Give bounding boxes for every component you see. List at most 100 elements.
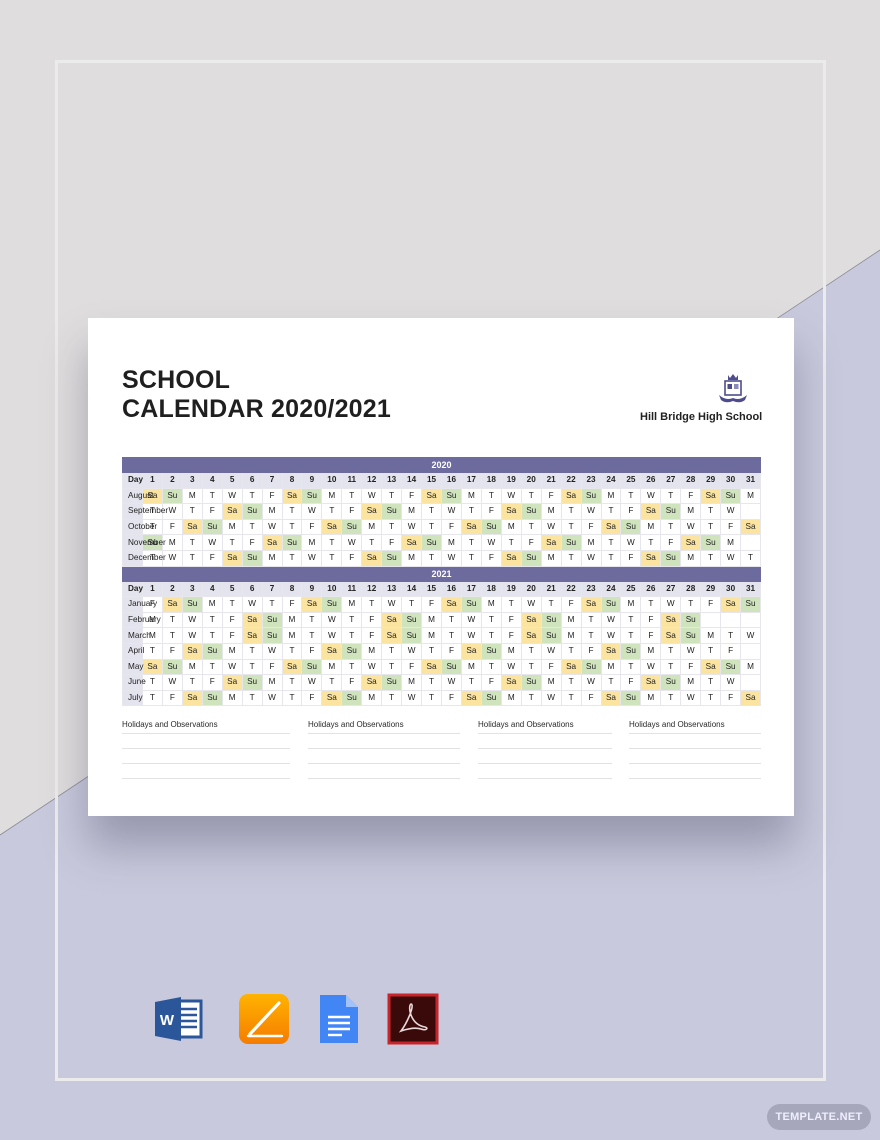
holiday-entry-line[interactable]	[629, 734, 761, 749]
day-cell: M	[361, 518, 383, 536]
day-cell: W	[261, 518, 283, 536]
day-cell: T	[480, 658, 502, 676]
day-cell: Sa	[421, 658, 442, 676]
word-icon[interactable]: W	[153, 993, 205, 1045]
month-row: March M T W T F Sa Su M T W T F Sa Su M T W T F Sa Su M T W T F Sa S…	[122, 627, 761, 644]
day-cell: W	[361, 487, 383, 505]
day-cell: M	[301, 534, 323, 551]
month-row: December T W T F Sa Su M T W T F Sa Su M T W T F Sa Su M T W T F S…	[122, 549, 761, 567]
day-cell: T	[421, 689, 442, 707]
day-cell: Su	[301, 658, 323, 676]
day-cell: T	[421, 518, 442, 536]
holiday-entry-line[interactable]	[629, 764, 761, 779]
day-cell: T	[700, 503, 722, 520]
day-cell: T	[301, 627, 323, 644]
template-net-badge[interactable]: TEMPLATE.NET	[767, 1104, 871, 1130]
day-cell: W	[580, 549, 602, 567]
day-number: 22	[560, 580, 582, 598]
day-cell	[740, 534, 761, 551]
holiday-entry-line[interactable]	[629, 749, 761, 764]
day-cell: W	[321, 627, 343, 644]
day-cell: F	[381, 534, 403, 551]
school-crest-icon	[719, 374, 747, 403]
svg-text:W: W	[160, 1012, 175, 1029]
day-cell: F	[341, 503, 363, 520]
day-cell: T	[341, 658, 363, 676]
day-cell: Su	[401, 611, 423, 629]
day-cell: M	[460, 658, 482, 676]
day-cell: M	[680, 674, 702, 691]
day-cell: F	[640, 627, 662, 644]
day-cell: T	[480, 487, 502, 505]
day-cell: W	[441, 503, 462, 520]
day-cell	[740, 503, 761, 520]
pdf-icon[interactable]	[387, 993, 439, 1045]
holiday-entry-line[interactable]	[308, 749, 460, 764]
day-cell: Su	[700, 534, 722, 551]
holiday-entry-line[interactable]	[122, 734, 290, 749]
day-cell: F	[401, 658, 423, 676]
day-cell: T	[600, 534, 622, 551]
month-row: July T F Sa Su M T W T F Sa Su M T W T F Sa Su M T W T F Sa Su M T W…	[122, 689, 761, 707]
day-number: 17	[460, 580, 482, 598]
day-cell: M	[540, 549, 562, 567]
day-cell: Su	[480, 689, 502, 707]
day-cell: F	[500, 627, 522, 644]
day-cell: W	[261, 642, 283, 660]
holiday-entry-line[interactable]	[122, 749, 290, 764]
day-cell: F	[301, 518, 323, 536]
day-cell: Sa	[500, 503, 522, 520]
day-cell: M	[620, 596, 642, 613]
title-line-2: CALENDAR 2020/2021	[122, 395, 391, 423]
day-cell: Sa	[580, 596, 602, 613]
day-cell: Sa	[321, 642, 343, 660]
day-cell: Sa	[560, 487, 582, 505]
day-cell: W	[181, 627, 203, 644]
day-cell: W	[361, 658, 383, 676]
day-number-row: Day 1 2 3 4 5 6 7 8 9 10 11 12 13 14 15 16 17 18 19 20 21 22 23…	[122, 580, 761, 598]
month-name: April	[122, 642, 144, 660]
day-number: 3	[181, 580, 203, 598]
day-cell: W	[201, 534, 223, 551]
holiday-entry-line[interactable]	[308, 764, 460, 779]
day-cell: F	[401, 487, 423, 505]
holiday-entry-line[interactable]	[478, 764, 612, 779]
day-cell: Su	[201, 518, 223, 536]
day-cell: F	[720, 518, 742, 536]
day-cell: M	[540, 674, 562, 691]
holiday-entry-line[interactable]	[478, 734, 612, 749]
month-row: May Sa Su M T W T F Sa Su M T W T F Sa Su M T W T F Sa Su M T W T F S…	[122, 658, 761, 676]
day-number: 17	[460, 472, 482, 489]
day-cell: Sa	[181, 689, 203, 707]
day-cell: Su	[381, 549, 403, 567]
holiday-entry-line[interactable]	[122, 764, 290, 779]
day-number: 11	[341, 472, 363, 489]
day-cell: W	[580, 674, 602, 691]
day-cell: Su	[281, 534, 303, 551]
day-number: 27	[660, 580, 682, 598]
holiday-entry-line[interactable]	[308, 734, 460, 749]
day-cell: Su	[241, 674, 263, 691]
day-cell: Sa	[241, 611, 263, 629]
day-cell: M	[600, 487, 622, 505]
pages-icon[interactable]	[238, 993, 290, 1045]
day-cell: T	[460, 503, 482, 520]
day-cell: Sa	[540, 534, 562, 551]
day-cell: Sa	[221, 503, 243, 520]
day-cell: T	[281, 689, 303, 707]
day-cell: Su	[441, 658, 462, 676]
day-number: 10	[321, 580, 343, 598]
day-cell: W	[500, 658, 522, 676]
day-cell: T	[560, 674, 582, 691]
day-cell: T	[221, 596, 243, 613]
day-cell: T	[421, 549, 442, 567]
day-cell: M	[640, 689, 662, 707]
day-cell: T	[560, 503, 582, 520]
day-number: 14	[401, 472, 423, 489]
holiday-entry-line[interactable]	[478, 749, 612, 764]
google-docs-icon[interactable]	[312, 993, 364, 1045]
month-row: October T F Sa Su M T W T F Sa Su M T W T F Sa Su M T W T F Sa Su…	[122, 518, 761, 536]
day-cell: T	[341, 627, 363, 644]
day-cell: T	[620, 627, 642, 644]
day-cell: T	[700, 674, 722, 691]
